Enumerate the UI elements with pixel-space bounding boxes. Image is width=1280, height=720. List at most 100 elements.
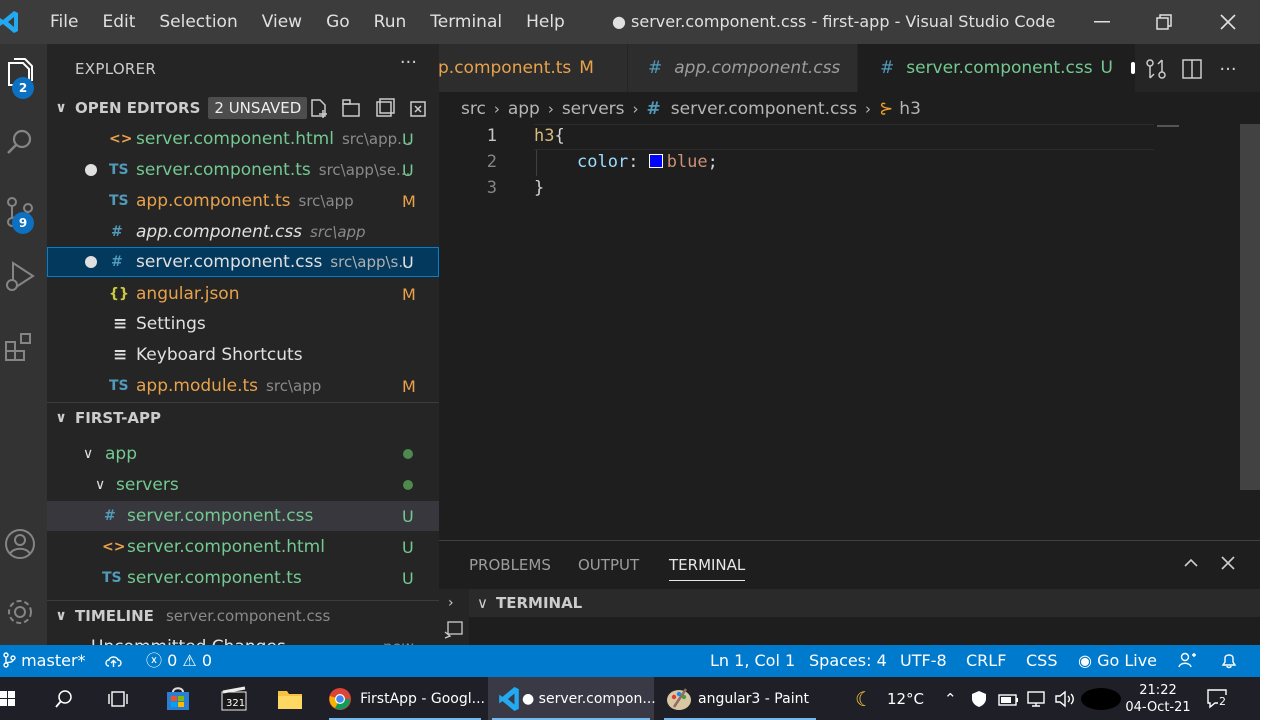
taskbar-store-app[interactable]: [160, 677, 196, 720]
menu-selection[interactable]: Selection: [147, 0, 249, 44]
tab-output[interactable]: OUTPUT: [578, 556, 639, 574]
taskbar-paint-app[interactable]: angular3 - Paint: [660, 677, 820, 720]
tree-file[interactable]: # server.component.css U: [47, 501, 439, 531]
tab-problems[interactable]: PROBLEMS: [469, 556, 551, 574]
breadcrumb-symbol[interactable]: h3: [899, 99, 921, 119]
show-hidden-icons-icon[interactable]: ⌃: [944, 677, 957, 720]
problems-indicator[interactable]: ⓧ 0 ⚠ 0: [146, 645, 212, 677]
open-editor-item-selected[interactable]: # server.component.css src\app\s... U: [47, 247, 439, 277]
language-mode[interactable]: CSS: [1026, 645, 1057, 677]
color-swatch-icon[interactable]: [648, 154, 663, 168]
tab-app-component-css[interactable]: # app.component.css: [628, 44, 857, 92]
encoding[interactable]: UTF-8: [900, 645, 947, 677]
open-editor-item[interactable]: TS app.component.ts src\app M: [47, 186, 439, 216]
editor-scrollbar[interactable]: [1240, 124, 1260, 490]
open-editor-item[interactable]: TS server.component.ts src\app\se... U: [47, 155, 439, 185]
code-editor[interactable]: 1 2 3 h3{ color: blue; }: [439, 124, 1239, 544]
code-line[interactable]: h3{: [534, 126, 565, 146]
git-branch[interactable]: master*: [2, 645, 86, 677]
code-line[interactable]: color: blue;: [577, 152, 718, 172]
menu-file[interactable]: File: [38, 0, 90, 44]
accounts-activity-button[interactable]: [0, 520, 40, 568]
open-editors-header[interactable]: ∨ OPEN EDITORS 2 UNSAVED: [47, 93, 439, 123]
tab-server-component-css[interactable]: # server.component.css U: [858, 44, 1135, 92]
open-editor-item[interactable]: {} angular.json M: [47, 279, 439, 309]
tray-volume-icon[interactable]: [1054, 677, 1076, 720]
tray-network-icon[interactable]: [1026, 677, 1048, 720]
taskbar-video-app[interactable]: 321: [216, 677, 252, 720]
split-editor-button[interactable]: [1179, 56, 1205, 82]
breadcrumb-app[interactable]: app: [508, 99, 540, 119]
code-line[interactable]: }: [534, 178, 544, 198]
breadcrumb-file[interactable]: server.component.css: [671, 99, 857, 119]
taskbar-file-explorer[interactable]: [272, 677, 308, 720]
clock[interactable]: 21:22 04-Oct-21: [1124, 677, 1192, 720]
file-path: src\app: [310, 223, 366, 241]
extensions-activity-button[interactable]: [0, 322, 40, 370]
open-editor-item[interactable]: ≡ Settings: [47, 309, 439, 339]
manage-activity-button[interactable]: [0, 588, 40, 636]
open-changes-button[interactable]: [1143, 56, 1169, 82]
end-of-line[interactable]: CRLF: [966, 645, 1006, 677]
weather-widget[interactable]: ☾ 12°C: [855, 677, 924, 720]
tree-file[interactable]: TS server.component.ts U: [47, 563, 439, 593]
restore-button[interactable]: [1132, 0, 1196, 44]
start-button[interactable]: [0, 677, 24, 720]
tree-folder-app[interactable]: ∨ app: [47, 439, 439, 469]
new-folder-icon[interactable]: [341, 98, 363, 122]
search-activity-button[interactable]: [0, 118, 40, 166]
save-all-icon[interactable]: [375, 98, 395, 122]
new-file-icon[interactable]: [309, 98, 329, 122]
timeline-entry[interactable]: Uncommitted Changes now: [47, 632, 439, 645]
maximize-panel-icon[interactable]: [1183, 553, 1199, 572]
action-center-button[interactable]: 2: [1206, 677, 1230, 720]
tree-file[interactable]: <> server.component.html U: [47, 532, 439, 562]
explorer-more-icon[interactable]: ···: [400, 52, 417, 73]
cursor-position[interactable]: Ln 1, Col 1: [710, 645, 795, 677]
tray-battery-icon[interactable]: [998, 677, 1020, 720]
open-editor-item[interactable]: <> server.component.html src\app... U: [47, 124, 439, 154]
breadcrumb-servers[interactable]: servers: [562, 99, 625, 119]
terminal-header[interactable]: ∨ TERMINAL: [469, 589, 1260, 617]
taskbar-search-button[interactable]: [48, 677, 80, 720]
open-editor-item[interactable]: ≡ Keyboard Shortcuts: [47, 340, 439, 370]
timeline-header[interactable]: ∨ TIMELINE server.component.css: [47, 600, 439, 630]
sync-button[interactable]: [104, 645, 124, 677]
line-number: 3: [486, 178, 497, 198]
go-live-button[interactable]: ◉ Go Live: [1078, 645, 1157, 677]
run-debug-activity-button[interactable]: [0, 252, 40, 300]
chevron-right-icon[interactable]: ›: [448, 595, 454, 611]
file-name: server.component.ts: [127, 568, 302, 588]
more-actions-icon[interactable]: ···: [1215, 56, 1241, 82]
close-window-button[interactable]: [1196, 0, 1260, 44]
minimap[interactable]: [1157, 125, 1179, 127]
unsaved-dot-icon[interactable]: [1131, 62, 1135, 74]
tree-folder-servers[interactable]: ∨ servers: [47, 470, 439, 500]
minimize-button[interactable]: [1070, 0, 1134, 44]
menu-terminal[interactable]: Terminal: [418, 0, 514, 44]
menu-run[interactable]: Run: [362, 0, 419, 44]
unsaved-dot-icon[interactable]: [85, 164, 97, 176]
close-all-icon[interactable]: [409, 98, 429, 122]
menu-edit[interactable]: Edit: [90, 0, 147, 44]
menu-help[interactable]: Help: [514, 0, 577, 44]
task-view-button[interactable]: [103, 677, 135, 720]
indentation[interactable]: Spaces: 4: [809, 645, 887, 677]
tab-app-component-ts[interactable]: p.component.ts M: [439, 44, 627, 92]
tab-terminal[interactable]: TERMINAL: [669, 556, 746, 581]
breadcrumb-src[interactable]: src: [461, 99, 486, 119]
open-editor-item[interactable]: TS app.module.ts src\app M: [47, 371, 439, 401]
close-panel-icon[interactable]: [1221, 555, 1235, 574]
tray-security-icon[interactable]: [970, 677, 988, 720]
taskbar-chrome-app[interactable]: FirstApp - Googl...: [325, 677, 485, 720]
menu-view[interactable]: View: [250, 0, 314, 44]
menu-go[interactable]: Go: [314, 0, 362, 44]
taskbar-vscode-app[interactable]: ● server.compon...: [488, 677, 656, 720]
git-status: M: [402, 376, 416, 396]
project-header[interactable]: ∨ FIRST-APP: [47, 402, 439, 432]
terminal-icon[interactable]: [444, 621, 464, 643]
notifications-bell-icon[interactable]: [1220, 645, 1238, 677]
open-editor-item[interactable]: # app.component.css src\app: [47, 217, 439, 247]
unsaved-dot-icon[interactable]: [85, 256, 97, 268]
feedback-icon[interactable]: [1178, 645, 1196, 677]
